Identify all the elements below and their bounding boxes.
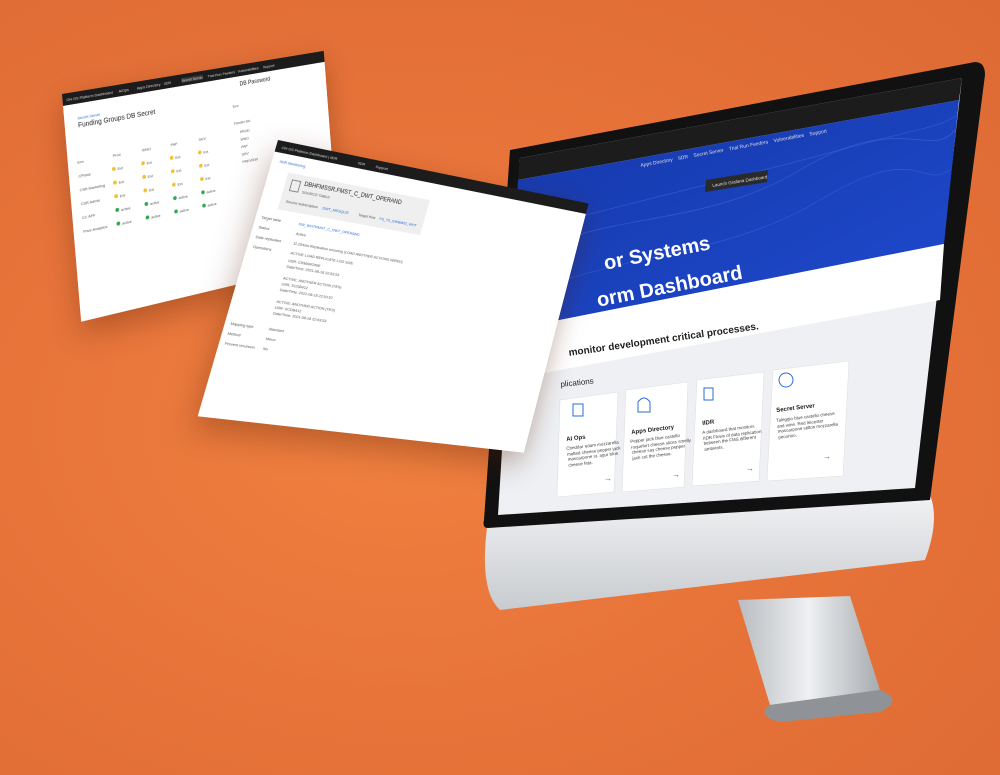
col-header: DEV	[199, 136, 207, 142]
subscription-link[interactable]: DWT_MSSQLIE	[322, 205, 350, 215]
arrow-right-icon[interactable]: →	[746, 464, 754, 473]
nav-item[interactable]: Vulnerabilities	[238, 65, 259, 73]
nav-item-active[interactable]: Secret Server	[181, 75, 203, 83]
status-dot	[170, 156, 174, 161]
arrow-right-icon[interactable]: →	[604, 474, 612, 483]
side-title: DB Password	[239, 77, 270, 88]
col-header: PAP	[170, 141, 177, 147]
nav-item[interactable]: Trial Run Feeders	[208, 69, 236, 78]
arrow-right-icon[interactable]: →	[672, 470, 680, 479]
nav-item[interactable]: Support	[263, 63, 275, 70]
brand: OH GS Platform Dashboard	[66, 90, 113, 103]
page-title: Funding Groups DB Secret	[78, 109, 156, 129]
table-icon	[289, 179, 302, 192]
nav-item[interactable]: IIDR	[164, 80, 172, 86]
col-header: Prod	[113, 152, 121, 158]
nav-item[interactable]: Apps Directory	[137, 82, 161, 91]
nav-item[interactable]: AIOps	[118, 87, 129, 94]
col-header: WNO	[142, 146, 151, 152]
breadcrumb[interactable]: IIDR Monitoring	[279, 159, 306, 169]
col-header: Env	[77, 159, 84, 165]
nav-item[interactable]: IIDR	[357, 160, 365, 166]
status-dot	[141, 161, 145, 166]
secrets-table: Env Prod WNO PAP DEV CPlane Ext Ext Ext …	[75, 126, 228, 271]
target-link[interactable]: FS_TS_DWBM02_WHT	[379, 216, 417, 228]
arrow-right-icon[interactable]: →	[823, 452, 831, 461]
status-dot	[112, 167, 116, 172]
nav-item[interactable]: Support	[375, 164, 389, 171]
status-dot	[198, 150, 202, 154]
